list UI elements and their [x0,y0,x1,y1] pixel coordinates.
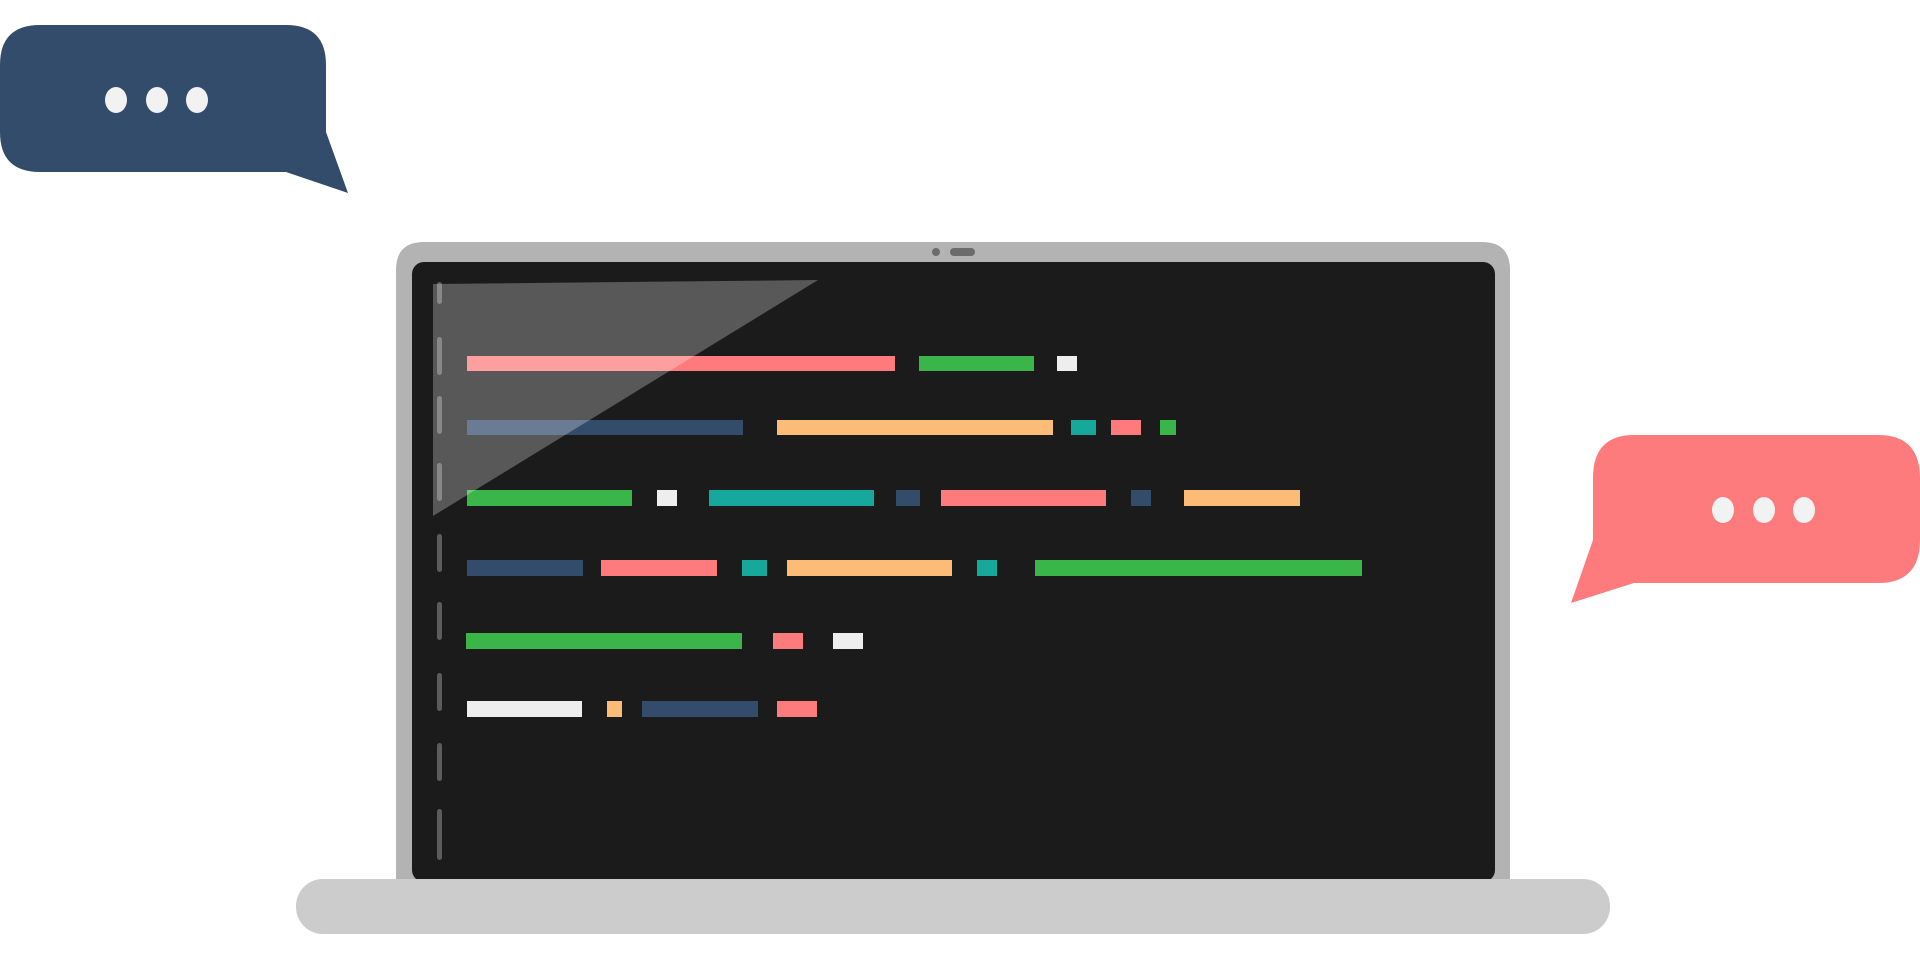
code-token-navy [642,701,758,717]
laptop [296,242,1610,934]
code-token-green [1160,420,1176,435]
code-token-white [833,633,863,649]
code-token-green [1035,560,1362,576]
illustration-canvas [0,0,1920,960]
laptop-chat-illustration [0,25,1920,934]
typing-dot-2 [1753,497,1775,523]
laptop-base [296,879,1610,934]
code-token-navy [896,490,920,506]
webcam-icon [932,248,940,256]
code-token-pink [941,490,1106,506]
gutter-mark [437,844,442,860]
typing-dot-1 [105,87,127,113]
typing-dot-3 [186,87,208,113]
webcam-sensor-icon [950,248,975,256]
speech-bubble-left [0,25,348,193]
gutter-mark [437,534,442,572]
code-token-teal [977,560,997,576]
typing-dot-1 [1712,497,1734,523]
code-token-teal [742,560,767,576]
code-token-white [657,490,677,506]
code-token-pink [777,701,817,717]
code-token-pink [773,633,803,649]
code-token-peach [607,701,622,717]
code-token-navy [467,560,583,576]
code-token-white [1057,356,1077,371]
gutter-mark [437,809,442,847]
typing-dot-2 [146,87,168,113]
speech-bubble-right-body [1571,435,1920,603]
gutter-mark [437,673,442,711]
speech-bubble-left-body [0,25,348,193]
code-token-teal [1071,420,1096,435]
code-token-green [466,633,742,649]
code-token-pink [1111,420,1141,435]
code-token-peach [1184,490,1300,506]
typing-dot-3 [1793,497,1815,523]
gutter-mark [437,602,442,640]
code-token-navy [1131,490,1151,506]
gutter-mark [437,743,442,781]
code-token-green [919,356,1034,371]
code-token-green [467,490,632,506]
code-token-pink [601,560,717,576]
code-token-peach [777,420,1053,435]
code-token-white [467,701,582,717]
code-token-teal [709,490,874,506]
speech-bubble-right [1571,435,1920,603]
code-token-peach [787,560,952,576]
